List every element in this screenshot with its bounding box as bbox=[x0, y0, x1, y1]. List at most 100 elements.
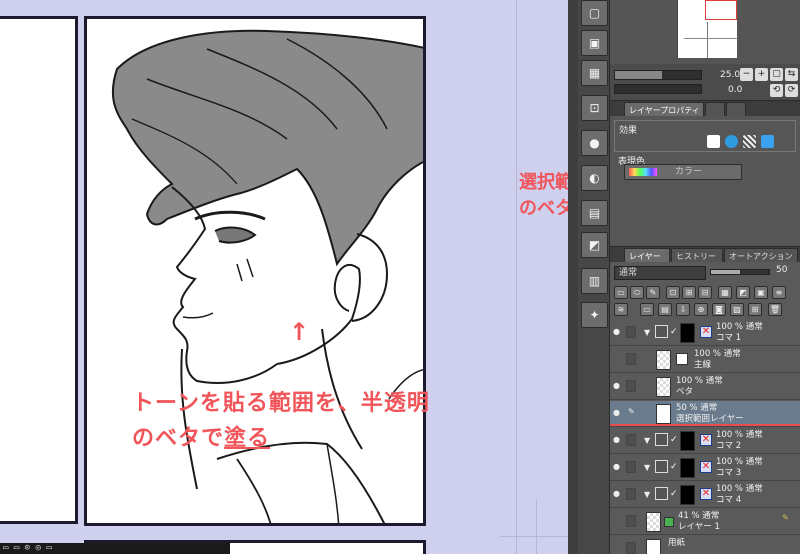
trash-icon[interactable]: 🗑 bbox=[768, 303, 782, 316]
layer-lock-toggle[interactable] bbox=[626, 380, 636, 392]
eye-icon[interactable]: ● bbox=[613, 409, 622, 417]
color-mode-select[interactable]: カラー bbox=[624, 164, 742, 180]
flip-icon[interactable]: ⇆ bbox=[785, 68, 798, 81]
opacity-slider-fill bbox=[711, 270, 740, 274]
clip-icon[interactable]: ⊞ bbox=[682, 286, 696, 299]
layer-lock-toggle[interactable] bbox=[626, 461, 636, 473]
tab-secondary[interactable] bbox=[705, 102, 725, 117]
opacity-slider[interactable] bbox=[710, 269, 770, 275]
tab-auto-action[interactable]: オートアクション bbox=[724, 248, 798, 263]
texture-effect-icon[interactable] bbox=[743, 135, 756, 148]
layer-label: 100 % 通常 ベタ bbox=[676, 376, 723, 398]
layer-menu-icon[interactable]: ≋ bbox=[614, 303, 628, 316]
layer-label: 100 % 通常 コマ 3 bbox=[716, 457, 763, 479]
color-set-button[interactable]: ▤ bbox=[581, 200, 608, 226]
layer-row[interactable]: 41 % 通常 レイヤー 1 ✎ bbox=[610, 509, 800, 535]
frame-folder-icon bbox=[655, 325, 668, 338]
eye-icon[interactable]: ● bbox=[613, 436, 622, 444]
annotation-arrow-up: ↑ bbox=[289, 318, 310, 346]
layer-lock-toggle[interactable] bbox=[626, 488, 636, 500]
zoom-in-icon[interactable]: + bbox=[755, 68, 768, 81]
rotate-reset-icon[interactable]: ⟲ bbox=[770, 84, 783, 97]
layer-label: 50 % 通常 選択範囲レイヤー bbox=[676, 403, 744, 425]
navigator-view-rect[interactable] bbox=[705, 0, 737, 20]
merge-icon[interactable]: ⊕ bbox=[694, 303, 708, 316]
chevron-down-icon[interactable]: ▼ bbox=[644, 463, 650, 472]
navigator-palette-button[interactable]: ▢ bbox=[581, 0, 608, 26]
eye-icon[interactable]: ● bbox=[613, 328, 622, 336]
mask-apply-icon[interactable]: ▨ bbox=[730, 303, 744, 316]
tab-layer[interactable]: レイヤー bbox=[624, 248, 670, 263]
material-palette-button[interactable]: ▦ bbox=[581, 60, 608, 86]
reference-icon[interactable]: ⊟ bbox=[698, 286, 712, 299]
auto-action-button[interactable]: ✦ bbox=[581, 302, 608, 328]
layer-blend-row: 通常 50 bbox=[610, 262, 800, 282]
chevron-down-icon[interactable]: ▼ bbox=[644, 328, 650, 337]
subview-palette-button[interactable]: ▣ bbox=[581, 30, 608, 56]
layer-property-button[interactable]: ◩ bbox=[581, 232, 608, 258]
layer-lock-toggle[interactable] bbox=[626, 434, 636, 446]
color-wheel-button[interactable]: ◐ bbox=[581, 165, 608, 191]
layer-lock-toggle[interactable] bbox=[626, 515, 636, 527]
new-layer-icon[interactable]: ▭ bbox=[640, 303, 654, 316]
navigator-preview-line bbox=[707, 22, 708, 58]
layer-thumbnail bbox=[656, 377, 671, 397]
eye-icon[interactable]: ● bbox=[613, 382, 622, 390]
layer-row[interactable]: 100 % 通常 主線 bbox=[610, 347, 800, 373]
layer-lock-toggle[interactable] bbox=[626, 542, 636, 554]
mask-icon[interactable]: ▦ bbox=[718, 286, 732, 299]
layer-row[interactable]: ● ▼ ✓ ✕ 100 % 通常 コマ 3 bbox=[610, 455, 800, 481]
layer-thumbnail bbox=[656, 350, 671, 370]
border-effect-icon[interactable] bbox=[707, 135, 720, 148]
layer-palette-button[interactable]: ▥ bbox=[581, 268, 608, 294]
eye-icon[interactable]: ● bbox=[613, 463, 622, 471]
fit-icon[interactable]: ▢ bbox=[770, 68, 783, 81]
ruler-icon[interactable]: ◩ bbox=[736, 286, 750, 299]
blend-mode-select[interactable]: 通常 bbox=[614, 266, 706, 280]
tab-history[interactable]: ヒストリー bbox=[671, 248, 723, 263]
ruler-create-icon[interactable]: ⊞ bbox=[748, 303, 762, 316]
rotate-icon[interactable]: ⟳ bbox=[785, 84, 798, 97]
layer-row[interactable]: ● 100 % 通常 ベタ bbox=[610, 374, 800, 400]
lock-icon[interactable]: ⊡ bbox=[666, 286, 680, 299]
transfer-down-icon[interactable]: ⇩ bbox=[676, 303, 690, 316]
layer-row[interactable]: ● ▼ ✓ ✕ 100 % 通常 コマ 4 bbox=[610, 482, 800, 508]
layer-tabbar: レイヤー ヒストリー オートアクション bbox=[610, 246, 800, 263]
layer-color-icon[interactable] bbox=[761, 135, 774, 148]
chevron-down-icon[interactable]: ▼ bbox=[644, 490, 650, 499]
brush-size-button[interactable]: ● bbox=[581, 130, 608, 156]
canvas-area[interactable]: ↑ トーンを貼る範囲を、半透明 のベタで塗る ▭ ▭ ⊙ ◎ ▭ bbox=[0, 0, 568, 554]
layer-row[interactable]: 用紙 bbox=[610, 536, 800, 554]
tone-badge-icon bbox=[664, 517, 674, 527]
navigator-preview[interactable] bbox=[677, 0, 738, 58]
new-raster-icon[interactable]: ▭ bbox=[614, 286, 628, 299]
layer-lock-toggle[interactable] bbox=[626, 353, 636, 365]
effect-group: 効果 bbox=[614, 120, 796, 152]
opacity-value: 50 bbox=[776, 265, 788, 275]
mask-disabled-icon: ✕ bbox=[700, 434, 712, 446]
zoom-out-icon[interactable]: − bbox=[740, 68, 753, 81]
layer-option-icon[interactable]: ≡ bbox=[772, 286, 786, 299]
tone-effect-icon[interactable] bbox=[725, 135, 738, 148]
pen-icon[interactable]: ✎ bbox=[646, 286, 660, 299]
tab-label: ヒストリー bbox=[676, 252, 716, 261]
tab-layer-property[interactable]: レイヤープロパティ bbox=[624, 102, 704, 117]
zoom-slider[interactable] bbox=[614, 70, 702, 80]
new-folder-icon[interactable]: ▤ bbox=[658, 303, 672, 316]
layer-label: 100 % 通常 主線 bbox=[694, 349, 741, 371]
eye-icon[interactable]: ● bbox=[613, 490, 622, 498]
navigator-controls: 25.0 0.0 − + ▢ ⇆ ⟲ ⟳ bbox=[610, 64, 800, 100]
new-vector-icon[interactable]: ⬭ bbox=[630, 286, 644, 299]
rotate-slider[interactable] bbox=[614, 84, 702, 94]
layer-lock-toggle[interactable] bbox=[626, 326, 636, 338]
layer-row[interactable]: ● ▼ ✓ ✕ 100 % 通常 コマ 1 bbox=[610, 320, 800, 346]
tool-property-button[interactable]: ⊡ bbox=[581, 95, 608, 121]
layer-row[interactable]: ● ▼ ✓ ✕ 100 % 通常 コマ 2 bbox=[610, 428, 800, 454]
tab-tertiary[interactable] bbox=[726, 102, 746, 117]
color-icon[interactable]: ▣ bbox=[754, 286, 768, 299]
mask-create-icon[interactable]: ◙ bbox=[712, 303, 726, 316]
chevron-down-icon[interactable]: ▼ bbox=[644, 436, 650, 445]
navigator-panel bbox=[610, 0, 800, 64]
panel-divider[interactable] bbox=[568, 0, 578, 554]
layer-thumbnail bbox=[656, 404, 671, 424]
